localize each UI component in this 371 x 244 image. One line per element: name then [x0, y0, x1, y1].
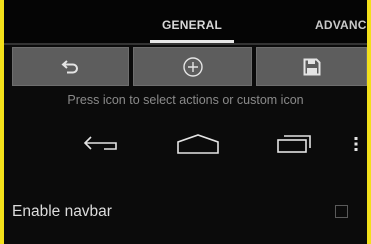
- tab-general[interactable]: GENERAL: [162, 18, 222, 32]
- home-icon[interactable]: [176, 133, 220, 155]
- undo-icon: [60, 59, 78, 73]
- save-icon: [303, 58, 320, 75]
- back-icon[interactable]: [82, 133, 122, 155]
- tab-advanced[interactable]: ADVANCED: [315, 18, 367, 32]
- menu-icon[interactable]: [351, 133, 361, 155]
- screen: GENERAL ADVANCED Press icon to select ac…: [4, 0, 367, 244]
- enable-navbar-checkbox[interactable]: [335, 205, 348, 218]
- add-action-button[interactable]: [133, 47, 252, 86]
- enable-navbar-label: Enable navbar: [12, 203, 112, 220]
- divider: [4, 43, 367, 45]
- recent-apps-icon[interactable]: [274, 133, 314, 155]
- add-circle-icon: [182, 56, 203, 77]
- undo-button[interactable]: [12, 47, 129, 86]
- hint-text: Press icon to select actions or custom i…: [67, 93, 304, 107]
- save-button[interactable]: [256, 47, 367, 86]
- tab-bar: GENERAL ADVANCED: [4, 0, 367, 44]
